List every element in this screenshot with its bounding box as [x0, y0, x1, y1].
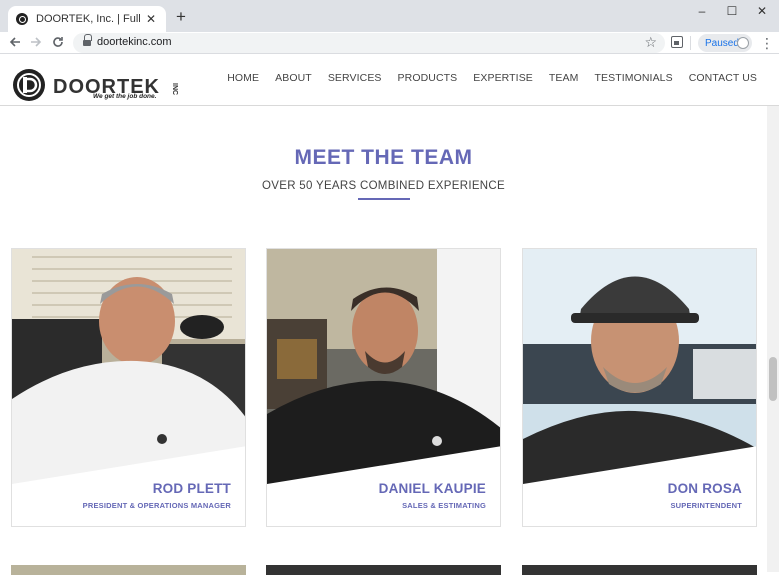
browser-tabstrip: DOORTEK, Inc. | Full Service Doo ✕ + – ☐… [0, 0, 779, 32]
logo-tagline: We get the job done. [93, 93, 157, 100]
member-role: SUPERINTENDENT [670, 501, 742, 510]
tab-close-icon[interactable]: ✕ [144, 12, 158, 26]
tab-title: DOORTEK, Inc. | Full Service Doo [36, 13, 144, 25]
browser-tab[interactable]: DOORTEK, Inc. | Full Service Doo ✕ [8, 6, 166, 32]
nav-team[interactable]: TEAM [549, 72, 579, 84]
section-title: MEET THE TEAM [294, 146, 473, 169]
lock-icon [83, 34, 92, 47]
team-photo [12, 249, 245, 484]
nav-testimonials[interactable]: TESTIMONIALS [595, 72, 673, 84]
doortek-logo[interactable]: DOORTEK INC [12, 67, 182, 107]
minimize-button[interactable]: – [687, 2, 717, 20]
profile-paused-button[interactable]: Paused [698, 34, 752, 52]
page-scrollbar-thumb[interactable] [769, 357, 777, 401]
new-tab-button[interactable]: + [172, 8, 190, 26]
team-card-daniel-kaupie: DANIEL KAUPIE SALES & ESTIMATING [266, 248, 501, 527]
doortek-favicon-icon [16, 13, 28, 25]
bookmark-star-icon[interactable]: ☆ [644, 34, 657, 51]
team-card-next-row [266, 565, 501, 575]
nav-home[interactable]: HOME [227, 72, 259, 84]
member-role: PRESIDENT & OPERATIONS MANAGER [82, 501, 231, 510]
team-card-next-row [11, 565, 246, 575]
team-photo [267, 249, 500, 484]
member-role: SALES & ESTIMATING [402, 501, 486, 510]
profile-avatar-icon [737, 37, 749, 49]
nav-services[interactable]: SERVICES [328, 72, 382, 84]
main-nav: HOME ABOUT SERVICES PRODUCTS EXPERTISE T… [227, 72, 757, 84]
team-card-next-row [522, 565, 757, 575]
page-scrollbar-track[interactable] [767, 106, 779, 572]
back-arrow-icon[interactable] [6, 34, 24, 52]
address-bar[interactable]: doortekinc.com ☆ [73, 33, 665, 53]
browser-menu-icon[interactable]: ⋮ [760, 34, 774, 52]
nav-products[interactable]: PRODUCTS [398, 72, 458, 84]
team-photo [523, 249, 756, 484]
url-text: doortekinc.com [97, 36, 172, 48]
team-card-rod-plett: ROD PLETT PRESIDENT & OPERATIONS MANAGER [11, 248, 246, 527]
member-name: DON ROSA [667, 481, 742, 496]
close-window-button[interactable]: ✕ [747, 2, 777, 20]
paused-label: Paused [705, 37, 739, 49]
nav-contact-us[interactable]: CONTACT US [689, 72, 757, 84]
reload-icon[interactable] [49, 34, 67, 52]
maximize-button[interactable]: ☐ [717, 2, 747, 20]
section-subtitle: OVER 50 YEARS COMBINED EXPERIENCE [262, 180, 505, 192]
nav-expertise[interactable]: EXPERTISE [473, 72, 533, 84]
extension-icon[interactable] [671, 36, 683, 48]
member-name: ROD PLETT [152, 481, 231, 496]
site-header: DOORTEK INC We get the job done. HOME AB… [0, 55, 779, 106]
title-underline [358, 198, 410, 200]
member-name: DANIEL KAUPIE [378, 481, 486, 496]
logo-inc: INC [171, 83, 178, 95]
forward-arrow-icon[interactable] [27, 34, 45, 52]
team-card-don-rosa: DON ROSA SUPERINTENDENT [522, 248, 757, 527]
browser-toolbar: doortekinc.com ☆ Paused ⋮ [0, 32, 779, 54]
nav-about[interactable]: ABOUT [275, 72, 312, 84]
toolbar-divider [690, 36, 691, 50]
